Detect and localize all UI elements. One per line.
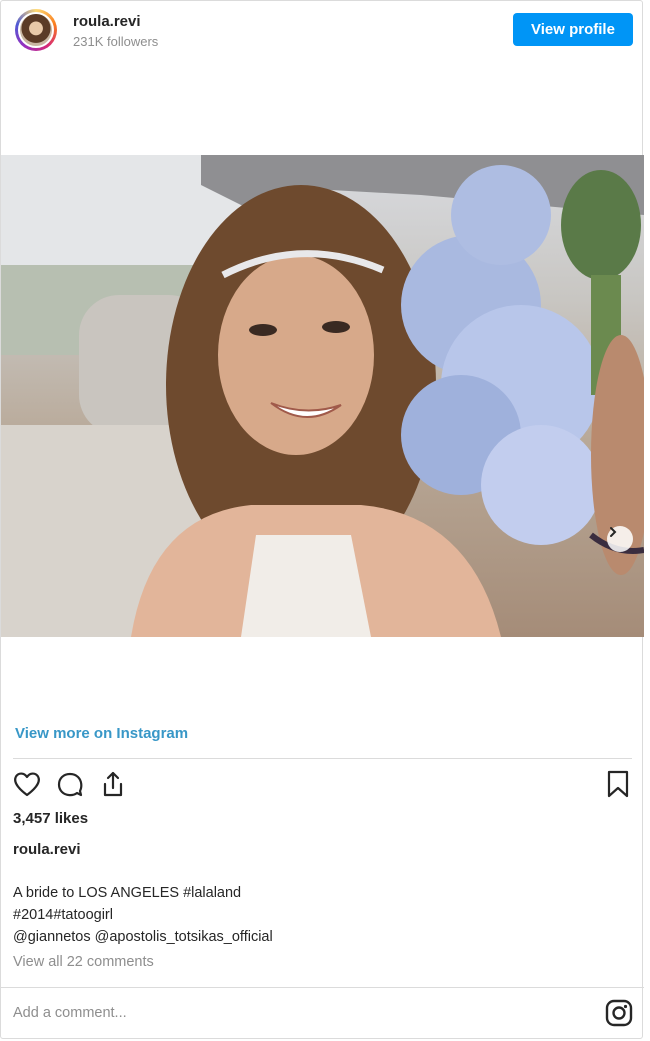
caption-line: @giannetos @apostolis_totsikas_official [13,929,273,945]
header-username[interactable]: roula.revi [73,13,141,30]
carousel-next-button[interactable] [607,526,633,552]
post-header: roula.revi 231K followers View profile [1,1,644,61]
bookmark-icon [607,770,629,798]
photo-illustration [1,155,644,637]
caption-author[interactable]: roula.revi [13,841,81,858]
divider [1,987,644,988]
heart-icon [14,772,40,797]
share-button[interactable] [97,767,129,801]
add-comment-input[interactable]: Add a comment... [13,1005,127,1021]
instagram-icon [605,999,633,1027]
follower-count: 231K followers [73,34,159,49]
caption-line: #2014#tatoogirl [13,907,113,923]
like-count: 3,457 likes [13,810,89,827]
view-profile-button[interactable]: View profile [513,13,633,46]
view-all-comments-link[interactable]: View all 22 comments [13,954,154,970]
share-icon [103,771,123,797]
post-photo[interactable] [1,155,644,637]
profile-avatar[interactable] [15,9,57,51]
comment-icon [57,772,83,797]
view-more-link[interactable]: View more on Instagram [15,725,188,742]
chevron-right-icon [610,527,617,537]
divider [13,758,632,759]
action-bar [1,767,644,803]
comment-button[interactable] [54,767,86,801]
post-caption: A bride to LOS ANGELES #lalaland #2014#t… [13,882,273,948]
avatar-image [18,12,54,48]
save-button[interactable] [602,767,634,801]
like-button[interactable] [11,767,43,801]
instagram-logo-button[interactable] [605,999,633,1027]
caption-line: A bride to LOS ANGELES #lalaland [13,885,242,901]
instagram-embed-card: roula.revi 231K followers View profile V… [0,0,644,1039]
